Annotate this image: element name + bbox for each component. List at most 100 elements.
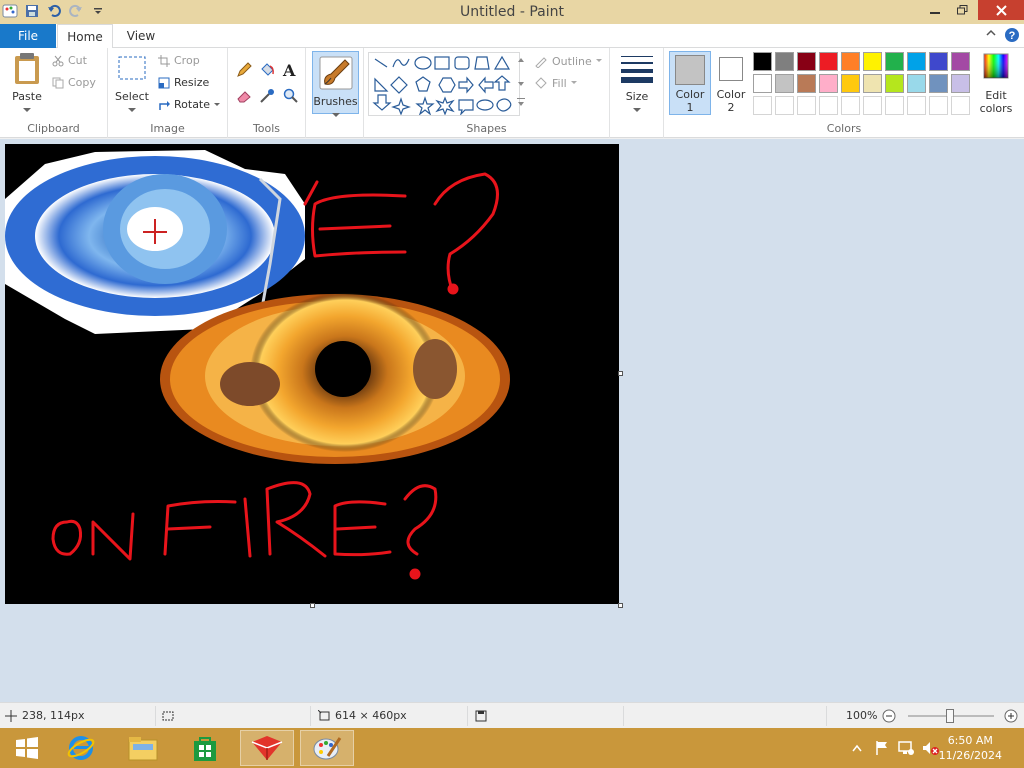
zoom-slider-thumb[interactable]: [946, 709, 954, 723]
palette-swatch[interactable]: [753, 74, 772, 93]
triangle-shape-icon: [493, 55, 511, 70]
palette-swatch[interactable]: [929, 74, 948, 93]
rotate-icon: [159, 100, 170, 110]
zoom-in-button[interactable]: [1004, 703, 1018, 729]
cursor-position-value: 238, 114px: [22, 709, 85, 722]
edit-colors-button[interactable]: Edit colors: [976, 52, 1016, 115]
image-dimensions-value: 614 × 460px: [335, 709, 407, 722]
custom-color-slot[interactable]: [753, 96, 772, 115]
taskbar-paint[interactable]: [300, 730, 354, 766]
eraser-tool[interactable]: [236, 88, 252, 107]
custom-color-slot[interactable]: [841, 96, 860, 115]
palette-swatch[interactable]: [907, 74, 926, 93]
palette-swatch[interactable]: [775, 74, 794, 93]
resize-handle-bottom[interactable]: [310, 603, 315, 608]
custom-color-slot[interactable]: [885, 96, 904, 115]
palette-swatch[interactable]: [819, 52, 838, 71]
custom-color-slot[interactable]: [819, 96, 838, 115]
size-button[interactable]: Size: [618, 54, 656, 116]
custom-color-slot[interactable]: [907, 96, 926, 115]
maximize-button[interactable]: [946, 0, 978, 20]
network-icon[interactable]: [897, 740, 915, 759]
taskbar-app-red[interactable]: [240, 730, 294, 766]
outline-brush-icon: [535, 57, 547, 68]
taskbar-internet-explorer[interactable]: [54, 730, 108, 766]
image-group-label: Image: [150, 122, 185, 135]
line-shape-icon: [374, 58, 388, 68]
custom-color-slot[interactable]: [775, 96, 794, 115]
select-button[interactable]: Select: [114, 54, 150, 116]
custom-color-slot[interactable]: [951, 96, 970, 115]
close-button[interactable]: [978, 0, 1024, 20]
palette-swatch[interactable]: [885, 74, 904, 93]
chevron-down-icon: [128, 108, 136, 112]
tab-file[interactable]: File: [0, 24, 56, 48]
shapes-gallery[interactable]: [368, 52, 520, 116]
start-button[interactable]: [0, 730, 54, 766]
palette-swatch[interactable]: [841, 52, 860, 71]
palette-swatch[interactable]: [907, 52, 926, 71]
scroll-arrows-icon: [517, 58, 525, 106]
action-center-icon[interactable]: [874, 740, 890, 759]
palette-swatch[interactable]: [863, 52, 882, 71]
zoom-slider[interactable]: [908, 703, 994, 729]
color1-button[interactable]: Color 1: [669, 51, 711, 115]
palette-swatch[interactable]: [929, 52, 948, 71]
shapes-group-label: Shapes: [466, 122, 507, 135]
collapse-ribbon-icon[interactable]: [986, 28, 996, 41]
color-picker-tool[interactable]: [259, 88, 275, 107]
custom-color-slot[interactable]: [929, 96, 948, 115]
resize-handle-right[interactable]: [618, 371, 623, 376]
diamond-shape-icon: [390, 76, 408, 94]
magnifier-tool[interactable]: [283, 88, 299, 107]
shapes-scroll[interactable]: [516, 52, 526, 116]
chevron-down-icon: [331, 113, 340, 117]
taskbar-file-explorer[interactable]: [116, 730, 170, 766]
palette-swatch[interactable]: [819, 74, 838, 93]
drawing-canvas[interactable]: [5, 144, 619, 604]
palette-swatch[interactable]: [775, 52, 794, 71]
internet-explorer-icon: [67, 736, 95, 760]
copy-button[interactable]: Copy: [52, 76, 96, 89]
four-point-star-shape-icon: [391, 97, 411, 116]
palette-swatch[interactable]: [797, 52, 816, 71]
store-bag-icon: [194, 737, 216, 761]
tab-home[interactable]: Home: [57, 24, 113, 49]
resize-handle-corner[interactable]: [618, 603, 623, 608]
brushes-button[interactable]: Brushes: [312, 51, 359, 117]
custom-color-slot[interactable]: [797, 96, 816, 115]
palette-swatch[interactable]: [885, 52, 904, 71]
fill-button[interactable]: Fill: [534, 76, 577, 90]
palette-swatch[interactable]: [951, 74, 970, 93]
palette-swatch[interactable]: [797, 74, 816, 93]
rotate-label: Rotate: [174, 98, 211, 111]
five-point-star-shape-icon: [415, 96, 435, 116]
paste-button[interactable]: Paste: [8, 52, 46, 114]
tab-view[interactable]: View: [113, 24, 169, 48]
palette-swatch[interactable]: [841, 74, 860, 93]
rounded-rectangle-shape-icon: [454, 56, 470, 70]
palette-swatch[interactable]: [863, 74, 882, 93]
resize-button[interactable]: Resize: [158, 76, 209, 89]
palette-swatch[interactable]: [753, 52, 772, 71]
palette-swatch[interactable]: [951, 52, 970, 71]
fill-tool[interactable]: [259, 62, 275, 81]
color2-button[interactable]: Color 2: [714, 51, 748, 115]
system-clock[interactable]: 6:50 AM 11/26/2024: [939, 733, 1002, 763]
canvas-workspace[interactable]: [0, 139, 1024, 702]
help-icon[interactable]: ?: [1004, 27, 1020, 46]
text-tool-icon[interactable]: A: [283, 61, 295, 80]
taskbar-store[interactable]: [178, 730, 232, 766]
cursor-position: 238, 114px: [5, 703, 84, 729]
crop-button[interactable]: Crop: [158, 54, 200, 67]
outline-button[interactable]: Outline: [534, 54, 602, 68]
show-hidden-icons-button[interactable]: [852, 742, 862, 755]
volume-muted-icon[interactable]: [921, 740, 939, 759]
custom-color-slot[interactable]: [863, 96, 882, 115]
chevron-down-icon: [23, 108, 31, 112]
rotate-button[interactable]: Rotate: [158, 98, 221, 111]
cut-button[interactable]: Cut: [52, 54, 87, 67]
pencil-tool[interactable]: [236, 62, 252, 81]
zoom-out-button[interactable]: [882, 703, 896, 729]
red-drawing-on-fire: [51, 481, 438, 580]
